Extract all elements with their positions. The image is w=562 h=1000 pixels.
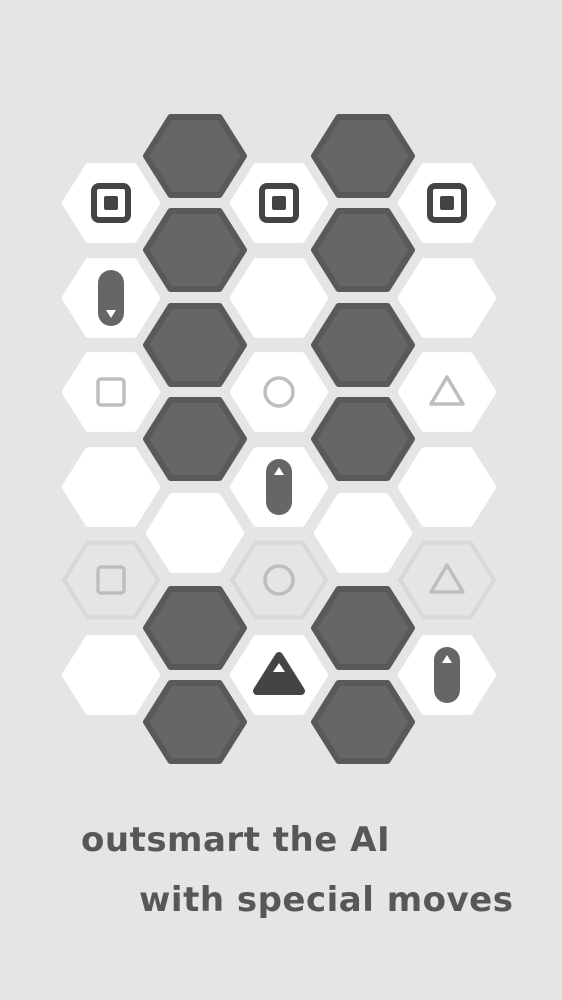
hex-tile-light [146, 493, 244, 573]
hex-tile-light [398, 447, 496, 527]
hex-cell[interactable] [62, 258, 160, 338]
hex-tile-dark [143, 114, 247, 198]
hex-tile-dark [143, 586, 247, 670]
hex-cell[interactable] [311, 397, 415, 481]
hex-cell[interactable] [62, 447, 160, 527]
hex-cell[interactable] [62, 635, 160, 715]
hex-cell[interactable] [230, 540, 328, 620]
hex-tile-dark [311, 586, 415, 670]
square-target-core [272, 196, 286, 210]
hex-cell[interactable] [143, 680, 247, 764]
hex-tile-dark [311, 303, 415, 387]
hex-cell[interactable] [398, 258, 496, 338]
hex-tile-light [398, 352, 496, 432]
hex-tile-dark [311, 680, 415, 764]
hex-cell[interactable] [62, 163, 160, 243]
hex-cell[interactable] [62, 540, 160, 620]
hex-tile-light [314, 493, 412, 573]
hex-cell[interactable] [398, 352, 496, 432]
hex-tile-light [230, 352, 328, 432]
hex-tile-dark [311, 397, 415, 481]
hex-tile-ghost [398, 540, 496, 620]
hex-cell[interactable] [143, 114, 247, 198]
hex-cell[interactable] [314, 493, 412, 573]
hex-cell[interactable] [143, 397, 247, 481]
hex-cell[interactable] [398, 635, 496, 715]
triangle-outline-icon [429, 563, 465, 594]
square-target-core [104, 196, 118, 210]
hex-cell[interactable] [230, 258, 328, 338]
hex-cell[interactable] [143, 586, 247, 670]
hex-tile-dark [143, 397, 247, 481]
hex-cell[interactable] [398, 540, 496, 620]
hex-cell[interactable] [311, 303, 415, 387]
hex-cell[interactable] [311, 680, 415, 764]
circle-outline-icon [263, 564, 295, 596]
square-outline-icon [96, 565, 126, 595]
hex-tile-light [230, 258, 328, 338]
hex-cell[interactable] [311, 114, 415, 198]
hex-cell[interactable] [230, 163, 328, 243]
hex-cell[interactable] [143, 303, 247, 387]
hex-cell[interactable] [398, 447, 496, 527]
hex-tile-dark [311, 114, 415, 198]
hex-tile-ghost [62, 540, 160, 620]
hex-tile-dark [143, 680, 247, 764]
hex-tile-dark [311, 208, 415, 292]
hex-cell[interactable] [230, 635, 328, 715]
hex-cell[interactable] [230, 352, 328, 432]
square-target-core [440, 196, 454, 210]
hex-tile-light [62, 447, 160, 527]
hex-cell[interactable] [311, 208, 415, 292]
hex-cell[interactable] [230, 447, 328, 527]
hex-tile-dark [143, 303, 247, 387]
tagline-line-2: with special moves [139, 880, 514, 920]
hex-cell[interactable] [62, 352, 160, 432]
game-board [62, 114, 496, 764]
hex-tile-ghost [230, 540, 328, 620]
hex-cell[interactable] [146, 493, 244, 573]
tagline-line-1: outsmart the AI [81, 820, 391, 860]
hex-tile-light [62, 352, 160, 432]
hex-tile-light [62, 635, 160, 715]
hex-tile-dark [143, 208, 247, 292]
hex-cell[interactable] [398, 163, 496, 243]
hex-cell[interactable] [143, 208, 247, 292]
hex-cell[interactable] [311, 586, 415, 670]
hex-tile-light [398, 258, 496, 338]
